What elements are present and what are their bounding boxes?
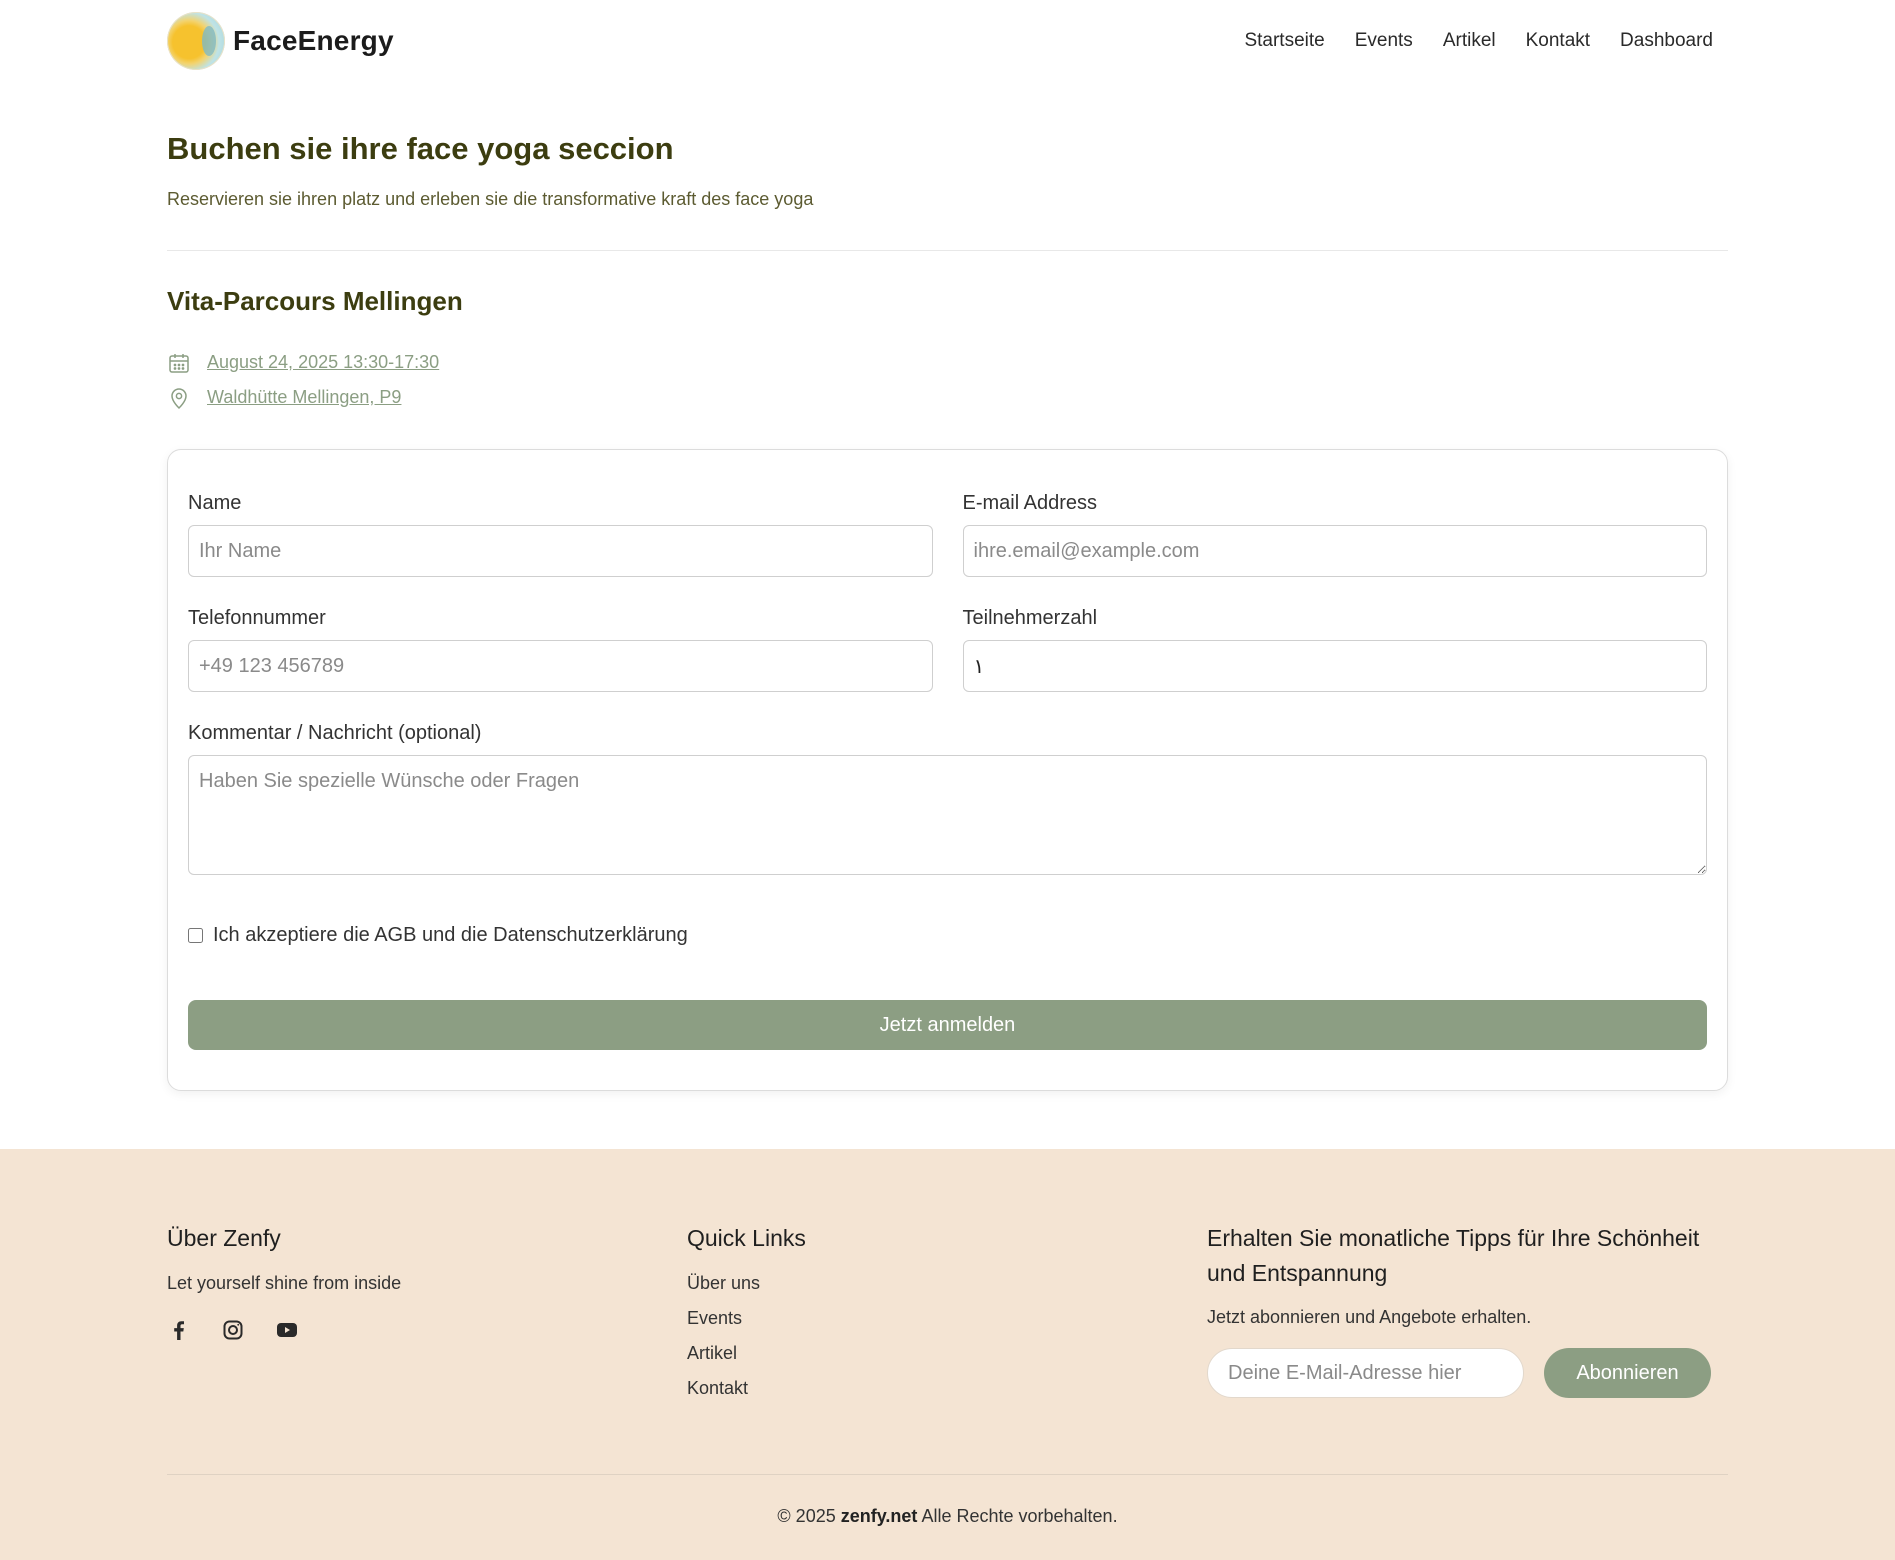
name-label: Name [188,492,242,514]
email-label: E-mail Address [962,492,1098,514]
comment-field-group: Kommentar / Nachricht (optional) [188,722,1707,880]
main-nav: Startseite Events Artikel Kontakt Dashbo… [1244,30,1713,52]
phone-label: Telefonnummer [188,607,326,629]
nav-dashboard[interactable]: Dashboard [1620,30,1713,52]
divider [167,250,1728,251]
facebook-icon[interactable] [167,1318,191,1342]
brand-name: FaceEnergy [233,25,394,56]
terms-agreement[interactable]: Ich akzeptiere die AGB und die Datenschu… [188,924,1707,947]
event-location-link[interactable]: Waldhütte Mellingen, P9 [207,387,401,408]
event-date-row: August 24, 2025 13:30-17:30 [167,345,1728,380]
site-footer: Über Zenfy Let yourself shine from insid… [0,1149,1895,1560]
comment-label: Kommentar / Nachricht (optional) [188,722,482,744]
email-field-group: E-mail Address [962,492,1707,577]
copyright-suffix: Alle Rechte vorbehalten. [921,1506,1118,1526]
footer-about-text: Let yourself shine from inside [167,1273,402,1293]
social-links [167,1318,687,1342]
nav-kontakt[interactable]: Kontakt [1526,30,1590,52]
terms-checkbox[interactable] [188,928,203,943]
youtube-icon[interactable] [275,1318,299,1342]
logo-icon [167,12,225,70]
copyright-prefix: © 2025 [777,1506,836,1526]
submit-button[interactable]: Jetzt anmelden [188,1000,1707,1050]
phone-input[interactable] [188,640,933,692]
newsletter-text: Jetzt abonnieren und Angebote erhalten. [1207,1307,1532,1327]
nav-events[interactable]: Events [1355,30,1413,52]
event-meta: August 24, 2025 13:30-17:30 Waldhütte Me… [167,345,1728,415]
location-pin-icon [171,387,187,409]
copyright-brand-link[interactable]: zenfy.net [841,1506,918,1526]
newsletter-title: Erhalten Sie monatliche Tipps für Ihre S… [1207,1225,1700,1286]
footer-link-kontakt[interactable]: Kontakt [687,1378,1207,1413]
footer-newsletter: Erhalten Sie monatliche Tipps für Ihre S… [1207,1221,1728,1413]
participants-field-group: Teilnehmerzahl [962,607,1707,692]
terms-label: Ich akzeptiere die AGB und die Datenschu… [213,924,688,946]
event-location-row: Waldhütte Mellingen, P9 [167,380,1728,415]
nav-startseite[interactable]: Startseite [1244,30,1324,52]
footer-links-list: Über uns Events Artikel Kontakt [687,1273,1207,1413]
event-title: Vita-Parcours Mellingen [167,286,463,316]
footer-links-title: Quick Links [687,1225,806,1251]
hero: Buchen sie ihre face yoga seccion Reserv… [167,82,1728,1091]
footer-link-events[interactable]: Events [687,1308,1207,1343]
name-input[interactable] [188,525,933,577]
phone-field-group: Telefonnummer [188,607,933,692]
participants-input[interactable] [962,640,1707,692]
comment-textarea[interactable] [188,755,1707,875]
footer-quick-links: Quick Links Über uns Events Artikel Kont… [687,1221,1207,1413]
nav-artikel[interactable]: Artikel [1443,30,1496,52]
footer-about: Über Zenfy Let yourself shine from insid… [167,1221,687,1413]
booking-form: Name E-mail Address Telefonnummer Teilne… [167,449,1728,1091]
page-title: Buchen sie ihre face yoga seccion [167,131,674,166]
footer-link-artikel[interactable]: Artikel [687,1343,1207,1378]
participants-label: Teilnehmerzahl [962,607,1098,629]
newsletter-form: Abonnieren [1207,1348,1728,1398]
brand[interactable]: FaceEnergy [167,12,394,70]
copyright: © 2025 zenfy.net Alle Rechte vorbehalten… [167,1506,1728,1527]
footer-divider [167,1474,1728,1475]
page-subtitle: Reservieren sie ihren platz und erleben … [167,189,814,209]
site-header: FaceEnergy Startseite Events Artikel Kon… [167,0,1728,82]
footer-about-title: Über Zenfy [167,1225,281,1251]
newsletter-email-input[interactable] [1207,1348,1524,1398]
subscribe-button[interactable]: Abonnieren [1544,1348,1711,1398]
calendar-icon [169,353,189,373]
footer-link-ueber-uns[interactable]: Über uns [687,1273,1207,1308]
instagram-icon[interactable] [221,1318,245,1342]
email-input[interactable] [962,525,1707,577]
event-datetime-link[interactable]: August 24, 2025 13:30-17:30 [207,352,439,373]
name-field-group: Name [188,492,933,577]
